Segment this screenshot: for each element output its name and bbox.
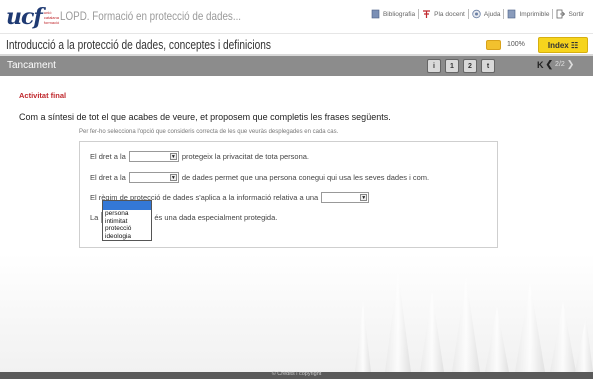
dropdown-option[interactable]: ideologia [103, 233, 151, 241]
dropdown-list[interactable]: persona intimitat protecció ideologia [102, 200, 152, 241]
activity-question: Com a síntesi de tot el que acabes de ve… [19, 112, 391, 122]
course-title: Introducció a la protecció de dades, con… [6, 37, 271, 52]
plan-icon [423, 10, 431, 18]
top-header: ucf unió catalana formació LOPD. Formaci… [0, 0, 593, 34]
help-icon [472, 9, 481, 19]
dropdown-option[interactable]: protecció [103, 225, 151, 233]
ucf-logo: ucf unió catalana formació [6, 4, 60, 30]
copyright-link[interactable]: © Crèdits i copyright [0, 371, 593, 377]
activity-heading: Activitat final [19, 91, 67, 100]
logo-text: ucf [6, 4, 43, 30]
next-page-button[interactable]: ❯ [567, 59, 575, 70]
sentence-1: El dret a la ▼ protegeix la privacitat d… [90, 151, 310, 162]
printable-link[interactable]: Imprimible [503, 9, 552, 19]
step-2-button[interactable]: 2 [463, 59, 477, 73]
logo-subtext: unió catalana formació [43, 9, 60, 25]
help-link[interactable]: Ajuda [467, 9, 504, 19]
activity-instruction: Per fer-ho selecciona l'opció que consid… [79, 129, 339, 135]
exit-icon [557, 9, 566, 19]
teaching-plan-link[interactable]: Pla docent [418, 9, 468, 19]
footer: © Crèdits i copyright [0, 371, 593, 379]
section-bar: Tancament i 1 2 t K ❮ 2/2 ❯ [0, 56, 593, 76]
index-button[interactable]: Index ☷ [538, 37, 588, 53]
pencils-illustration [355, 272, 593, 372]
bibliography-link[interactable]: Bibliografia [368, 9, 418, 19]
prev-page-button[interactable]: ❮ [546, 59, 554, 70]
page-counter: 2/2 [555, 61, 565, 68]
dropdown-option[interactable]: intimitat [103, 218, 151, 226]
section-title: Tancament [7, 60, 56, 71]
app-title: LOPD. Formació en protecció de dades... [60, 9, 242, 23]
chevron-down-icon: ▼ [169, 174, 177, 181]
step-1-button[interactable]: 1 [445, 59, 459, 73]
print-icon [508, 9, 516, 19]
answer-select-2[interactable]: ▼ [128, 172, 179, 183]
course-title-bar: Introducció a la protecció de dades, con… [0, 34, 593, 56]
t-button[interactable]: t [481, 59, 495, 73]
section-nav-buttons: i 1 2 t [427, 59, 495, 73]
zoom-level: 100% [507, 41, 525, 48]
content-area: Activitat final Com a síntesi de tot el … [0, 76, 593, 372]
exercise-box: El dret a la ▼ protegeix la privacitat d… [79, 141, 498, 248]
top-links: Bibliografia Pla docent Ajuda Imprimible… [368, 9, 587, 19]
exit-link[interactable]: Sortir [552, 9, 587, 19]
info-button[interactable]: i [427, 59, 441, 73]
answer-select-3[interactable]: ▼ [321, 192, 370, 203]
book-icon [371, 9, 380, 19]
folder-icon[interactable] [486, 40, 501, 50]
sentence-2: El dret a la ▼ de dades permet que una p… [90, 172, 430, 183]
dropdown-option[interactable]: persona [103, 210, 151, 218]
pager: K ❮ 2/2 ❯ [537, 59, 574, 70]
first-page-button[interactable]: K [537, 60, 544, 70]
dropdown-highlighted-option[interactable] [103, 201, 151, 210]
chevron-down-icon: ▼ [169, 153, 177, 160]
answer-select-1[interactable]: ▼ [128, 151, 179, 162]
chevron-down-icon: ▼ [360, 194, 368, 201]
